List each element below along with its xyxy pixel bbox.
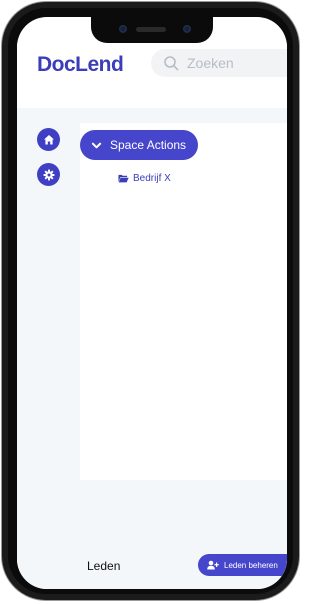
members-label: Leden — [87, 559, 121, 573]
gear-icon — [43, 169, 54, 180]
app-logo[interactable]: DocLend — [37, 53, 124, 77]
manage-members-label: Leden beheren — [224, 560, 278, 570]
earpiece-speaker — [136, 27, 166, 32]
front-camera-icon — [119, 25, 127, 33]
sensor-icon — [183, 25, 191, 33]
folder-open-icon — [118, 174, 129, 183]
manage-members-button[interactable]: Leden beheren — [198, 554, 287, 576]
settings-button[interactable] — [37, 163, 60, 186]
search-icon — [164, 56, 179, 71]
user-plus-icon — [207, 560, 219, 570]
space-actions-label: Space Actions — [110, 138, 187, 152]
space-panel — [80, 123, 287, 480]
home-icon — [43, 134, 54, 144]
space-actions-button[interactable]: Space Actions — [80, 130, 198, 160]
home-button[interactable] — [37, 128, 60, 151]
search-input[interactable]: Zoeken — [151, 49, 287, 77]
space-item-bedrijf-x[interactable]: Bedrijf X — [118, 173, 171, 184]
app-screen: DocLend Zoeken Space Actions Bedrijf X L… — [17, 17, 287, 589]
phone-notch — [91, 17, 213, 43]
search-placeholder: Zoeken — [187, 55, 234, 71]
space-item-label: Bedrijf X — [133, 173, 171, 184]
chevron-down-icon — [91, 142, 102, 148]
